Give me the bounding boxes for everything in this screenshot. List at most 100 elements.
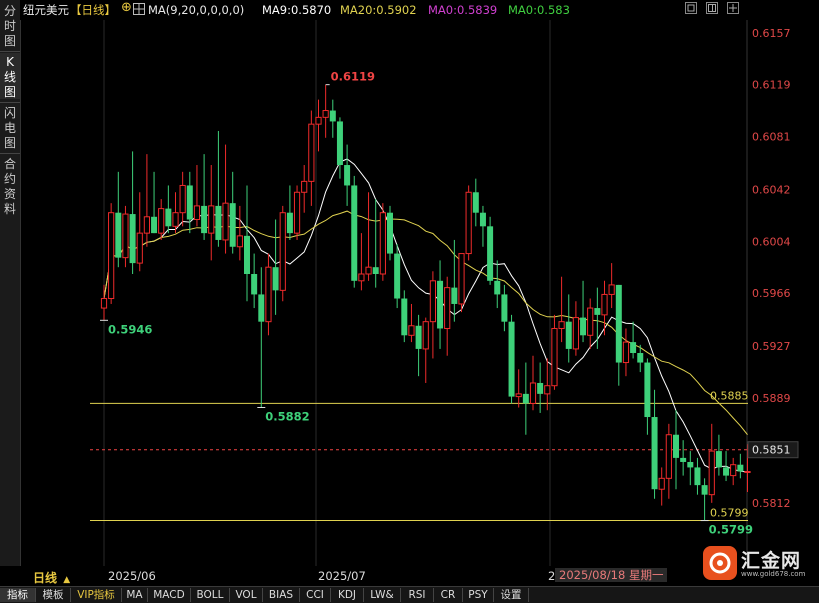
candle-body: [151, 216, 158, 234]
candle: [158, 199, 165, 240]
indicator-tab[interactable]: KDJ: [331, 588, 364, 602]
indicator-tab[interactable]: BOLL: [191, 588, 230, 602]
candle-body: [465, 191, 472, 255]
candle-body: [179, 184, 186, 214]
candle: [329, 99, 336, 138]
candle-body: [515, 393, 522, 398]
grid-icon[interactable]: [133, 3, 145, 15]
y-tick-label: 0.5889: [752, 392, 791, 405]
candle-body: [637, 353, 644, 363]
candle: [408, 303, 415, 343]
candle-body: [501, 294, 508, 322]
candle-body: [730, 464, 737, 477]
candle-body: [622, 341, 630, 364]
candle: [315, 99, 322, 152]
low-annotation: 0.5882: [265, 409, 309, 423]
candle-body: [658, 477, 665, 490]
candle: [143, 154, 151, 247]
candle-body: [265, 266, 272, 323]
indicator-tab[interactable]: 模板: [36, 588, 71, 602]
expand-icon[interactable]: [685, 2, 697, 14]
candle: [522, 362, 529, 435]
indicator-tab[interactable]: CR: [434, 588, 463, 602]
candle-body: [429, 280, 436, 323]
candle-body: [394, 253, 401, 299]
candle: [108, 203, 115, 304]
tab-flash-chart[interactable]: 闪电图: [0, 104, 20, 150]
candle-body: [708, 450, 715, 496]
period-selector-label: 日线: [33, 571, 58, 585]
candle: [472, 178, 479, 227]
candle: [422, 317, 429, 383]
candle: [673, 410, 679, 490]
indicator-toolbar: 指标 模板 VIP指标 MA MACD BOLL VOL BIAS CCI KDJ LW& RSI CR…: [0, 586, 819, 603]
candle: [544, 358, 551, 411]
indicator-tab[interactable]: PSY: [463, 588, 494, 602]
restore-icon[interactable]: [706, 2, 718, 14]
candle-body: [379, 212, 386, 275]
y-tick-label: 0.5927: [752, 340, 791, 353]
candle: [601, 280, 608, 336]
candle-body: [608, 284, 615, 295]
candle: [658, 467, 665, 506]
candle: [508, 314, 515, 404]
indicator-tab[interactable]: 设置: [494, 588, 529, 602]
indicator-tab[interactable]: 指标: [0, 588, 36, 602]
candle-body: [694, 467, 701, 486]
candle-body: [487, 226, 494, 281]
layout-icon[interactable]: [727, 2, 739, 14]
low-annotation: 0.5946: [108, 322, 152, 336]
ma-params: MA(9,20,0,0,0,0): [148, 3, 245, 17]
y-tick-label: 0.6081: [752, 130, 791, 143]
tab-time-chart[interactable]: 分时图: [0, 2, 20, 48]
candle-body: [401, 298, 408, 336]
indicator-tab[interactable]: VIP指标: [71, 588, 122, 602]
candle: [358, 233, 365, 291]
line-price-label: 0.5885: [710, 389, 749, 402]
candlestick-chart[interactable]: 0.6119 0.5946 0.5882 0.5799 0.5885 0.5799 0.6…: [0, 0, 819, 602]
low-annotation: 0.5799: [709, 523, 753, 537]
date-label-jun: 2025/06: [108, 569, 156, 583]
candle: [515, 369, 522, 408]
indicator-tab[interactable]: MACD: [148, 588, 191, 602]
candle: [465, 185, 472, 261]
candle-body: [630, 342, 637, 354]
y-tick-label: 0.6157: [752, 27, 791, 40]
indicator-tab[interactable]: CCI: [300, 588, 331, 602]
candle: [701, 478, 708, 521]
candle: [179, 171, 186, 227]
indicator-tab[interactable]: VOL: [230, 588, 263, 602]
period-selector[interactable]: 日线 ▲: [33, 569, 70, 586]
indicator-tab[interactable]: LW&: [364, 588, 401, 602]
candle-body: [494, 280, 501, 295]
candle-body: [279, 212, 286, 291]
candle: [630, 321, 637, 359]
tab-kline-chart[interactable]: K线图: [0, 53, 20, 99]
candle-body: [444, 287, 451, 329]
candle-body: [387, 212, 393, 254]
candle: [444, 276, 451, 356]
candle: [537, 362, 544, 413]
candle-body: [201, 205, 208, 234]
candle-body: [215, 205, 222, 240]
candle: [272, 219, 279, 315]
current-price-label: 0.5851: [752, 444, 791, 457]
circle-plus-icon[interactable]: ⊕: [121, 1, 132, 15]
candle-body: [236, 235, 243, 248]
candle-body: [244, 235, 250, 274]
indicator-tab[interactable]: RSI: [401, 588, 434, 602]
candle: [708, 423, 715, 503]
candle-body: [644, 362, 651, 418]
candle: [379, 203, 386, 281]
candle: [429, 271, 436, 359]
indicator-tab[interactable]: MA: [122, 588, 148, 602]
candle: [730, 457, 737, 486]
tab-contract-info[interactable]: 合约资料: [0, 155, 20, 216]
caret-up-icon: ▲: [63, 575, 71, 585]
candle: [394, 244, 401, 309]
indicator-tab[interactable]: BIAS: [263, 588, 300, 602]
candle: [694, 457, 701, 495]
cursor-date-label: 2025/08/18 星期一: [555, 568, 668, 582]
logo-url: www.gold678.com: [741, 570, 806, 578]
candle: [608, 263, 615, 309]
